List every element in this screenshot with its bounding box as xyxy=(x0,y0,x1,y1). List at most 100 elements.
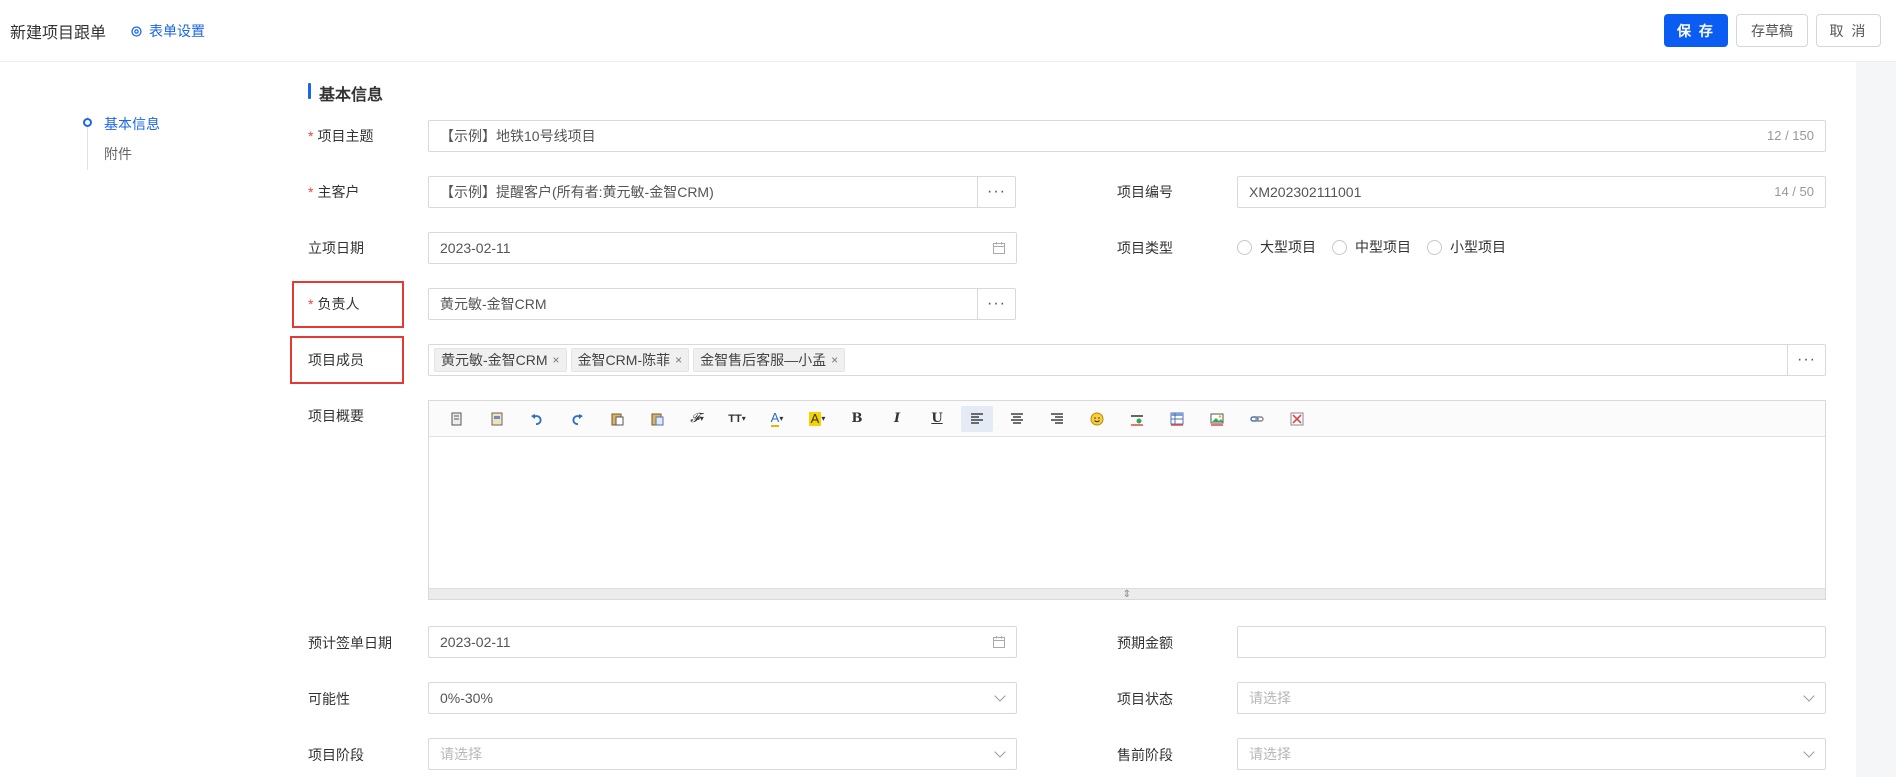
member-tag: 金智售后客服—小孟 × xyxy=(693,348,846,372)
more-icon: ··· xyxy=(987,295,1006,312)
table-icon[interactable] xyxy=(1161,406,1193,432)
sign-date-label: 预计签单日期 xyxy=(308,635,392,651)
font-color-icon[interactable]: A ▾ xyxy=(761,406,793,432)
stage-label: 项目阶段 xyxy=(308,747,364,763)
anchor-basic-info[interactable]: 基本信息 xyxy=(104,114,160,134)
members-picker-button[interactable]: ··· xyxy=(1787,344,1826,376)
save-draft-button[interactable]: 存草稿 xyxy=(1736,14,1808,47)
horizontal-rule-icon[interactable] xyxy=(1121,406,1153,432)
required-mark: * xyxy=(308,184,314,200)
status-select[interactable]: 请选择 xyxy=(1237,682,1826,714)
highlight-icon[interactable]: A ▾ xyxy=(801,406,833,432)
chevron-down-icon xyxy=(1803,690,1815,702)
radio-small[interactable]: 小型项目 xyxy=(1427,237,1506,257)
customer-input[interactable]: 【示例】提醒客户(所有者:黄元敏-金智CRM) xyxy=(428,176,980,208)
sign-date-value: 2023-02-11 xyxy=(440,634,511,650)
project-no-input[interactable]: XM202302111001 14 / 50 xyxy=(1237,176,1826,208)
font-family-icon[interactable]: 𝓕 ▾ xyxy=(681,406,713,432)
gear-icon xyxy=(131,25,142,37)
member-tag: 金智CRM-陈菲 × xyxy=(570,348,690,372)
customer-value: 【示例】提醒客户(所有者:黄元敏-金智CRM) xyxy=(440,184,714,200)
probability-value: 0%-30% xyxy=(440,690,493,706)
close-icon[interactable]: × xyxy=(831,353,838,367)
start-date-input[interactable]: 2023-02-11 xyxy=(428,232,1017,264)
anchor-nav-panel xyxy=(0,62,275,777)
template-icon[interactable] xyxy=(481,406,513,432)
calendar-icon xyxy=(993,242,1005,254)
customer-picker-button[interactable]: ··· xyxy=(977,176,1016,208)
align-center-icon[interactable] xyxy=(1001,406,1033,432)
radio-circle-icon xyxy=(1237,239,1252,255)
members-input[interactable]: 黄元敏-金智CRM × 金智CRM-陈菲 × 金智售后客服—小孟 × xyxy=(428,344,1790,376)
required-mark: * xyxy=(308,128,314,144)
project-type-radio-group: 大型项目 中型项目 小型项目 xyxy=(1237,237,1506,257)
radio-large[interactable]: 大型项目 xyxy=(1237,237,1316,257)
chevron-down-icon xyxy=(994,690,1006,702)
probability-select[interactable]: 0%-30% xyxy=(428,682,1017,714)
sign-date-input[interactable]: 2023-02-11 xyxy=(428,626,1017,658)
radio-circle-icon xyxy=(1427,239,1442,255)
bold-icon[interactable]: B xyxy=(841,406,873,432)
amount-input[interactable] xyxy=(1237,626,1826,658)
source-icon[interactable] xyxy=(441,406,473,432)
chevron-down-icon xyxy=(994,746,1006,758)
owner-label: * 负责人 xyxy=(308,296,360,312)
radio-circle-icon xyxy=(1332,239,1347,255)
calendar-icon xyxy=(993,636,1005,648)
project-no-count: 14 / 50 xyxy=(1774,184,1814,199)
editor-toolbar: 𝓕 ▾ TT ▾ A ▾ A ▾ B I U xyxy=(429,401,1825,437)
align-right-icon[interactable] xyxy=(1041,406,1073,432)
form-settings-label: 表单设置 xyxy=(149,23,205,39)
image-icon[interactable] xyxy=(1201,406,1233,432)
paste-icon[interactable] xyxy=(601,406,633,432)
required-mark: * xyxy=(308,296,314,312)
link-icon[interactable] xyxy=(1241,406,1273,432)
presale-stage-select[interactable]: 请选择 xyxy=(1237,738,1826,770)
subject-input[interactable]: 【示例】地铁10号线项目 12 / 150 xyxy=(428,120,1826,152)
stage-select[interactable]: 请选择 xyxy=(428,738,1017,770)
editor-content-area[interactable] xyxy=(429,437,1825,589)
anchor-attachments[interactable]: 附件 xyxy=(104,144,132,164)
italic-icon[interactable]: I xyxy=(881,406,913,432)
start-date-label: 立项日期 xyxy=(308,240,364,256)
paste-text-icon[interactable] xyxy=(641,406,673,432)
owner-picker-button[interactable]: ··· xyxy=(977,288,1016,320)
chevron-down-icon xyxy=(1803,746,1815,758)
project-type-label: 项目类型 xyxy=(1117,240,1173,256)
probability-label: 可能性 xyxy=(308,691,350,707)
summary-editor[interactable]: 𝓕 ▾ TT ▾ A ▾ A ▾ B I U ⇕ xyxy=(428,400,1826,600)
font-size-icon[interactable]: TT ▾ xyxy=(721,406,753,432)
underline-icon[interactable]: U xyxy=(921,406,953,432)
save-button[interactable]: 保 存 xyxy=(1664,14,1728,47)
cancel-button[interactable]: 取 消 xyxy=(1816,14,1881,47)
customer-label: * 主客户 xyxy=(308,184,360,200)
start-date-value: 2023-02-11 xyxy=(440,240,511,256)
subject-value: 【示例】地铁10号线项目 xyxy=(440,128,596,144)
undo-icon[interactable] xyxy=(521,406,553,432)
align-left-icon[interactable] xyxy=(961,405,993,432)
presale-stage-placeholder: 请选择 xyxy=(1249,746,1291,762)
members-label: 项目成员 xyxy=(308,352,364,368)
amount-label: 预期金额 xyxy=(1117,635,1173,651)
close-icon[interactable]: × xyxy=(675,353,682,367)
page-title: 新建项目跟单 xyxy=(10,25,107,42)
section-title: 基本信息 xyxy=(319,87,384,104)
more-icon: ··· xyxy=(1797,351,1816,368)
redo-icon[interactable] xyxy=(561,406,593,432)
right-gutter xyxy=(1856,62,1896,777)
emoji-icon[interactable] xyxy=(1081,406,1113,432)
close-icon[interactable]: × xyxy=(553,353,560,367)
more-icon: ··· xyxy=(987,183,1006,200)
editor-resize-handle[interactable]: ⇕ xyxy=(429,588,1825,600)
status-placeholder: 请选择 xyxy=(1249,690,1291,706)
remove-format-icon[interactable] xyxy=(1281,406,1313,432)
presale-stage-label: 售前阶段 xyxy=(1117,747,1173,763)
anchor-dot-icon xyxy=(83,118,92,127)
section-bar xyxy=(308,83,311,99)
status-label: 项目状态 xyxy=(1117,691,1173,707)
form-settings-link[interactable]: 表单设置 xyxy=(130,21,205,41)
resize-icon: ⇕ xyxy=(1122,588,1132,600)
stage-placeholder: 请选择 xyxy=(440,746,482,762)
owner-input[interactable]: 黄元敏-金智CRM xyxy=(428,288,980,320)
radio-medium[interactable]: 中型项目 xyxy=(1332,237,1411,257)
